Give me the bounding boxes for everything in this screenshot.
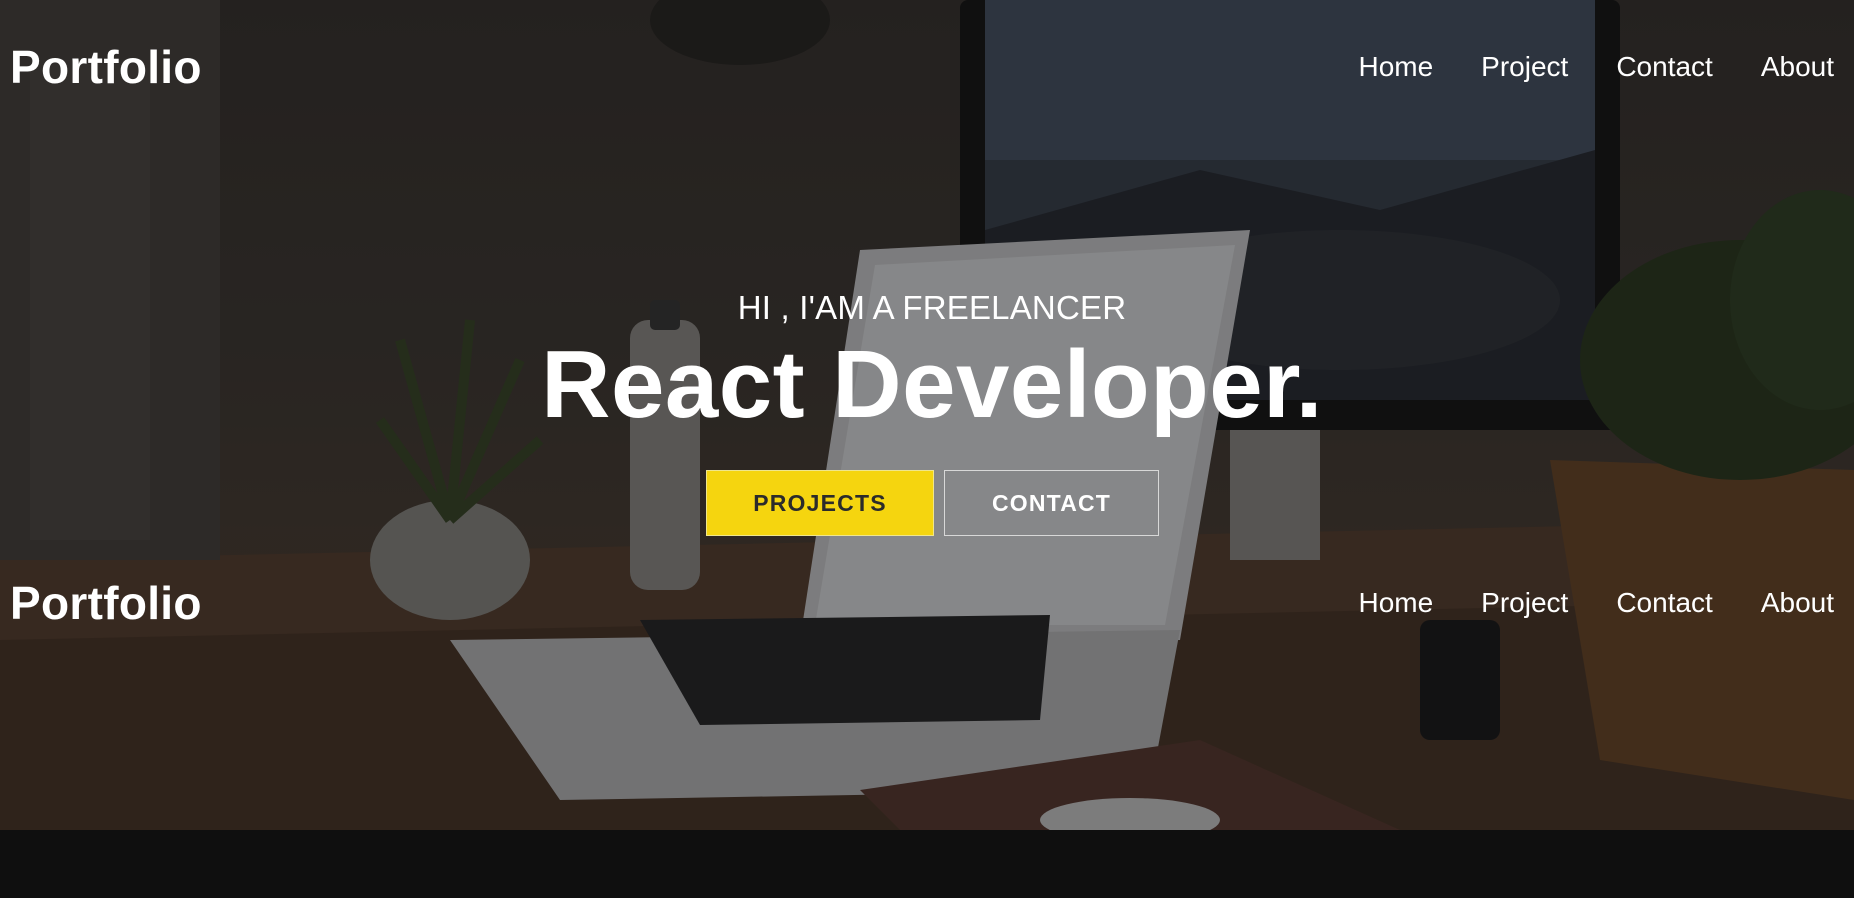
hero-buttons: PROJECTS CONTACT bbox=[706, 470, 1159, 536]
page: Portfolio Home Project Contact About HI … bbox=[0, 0, 1854, 898]
nav-link-about[interactable]: About bbox=[1761, 51, 1834, 83]
second-logo[interactable]: Portfolio bbox=[10, 576, 202, 630]
hero-content: HI , I'AM A FREELANCER React Developer. bbox=[0, 286, 1854, 440]
second-nav-link-about[interactable]: About bbox=[1761, 587, 1834, 619]
second-navbar: Portfolio Home Project Contact About bbox=[0, 568, 1854, 638]
section-footer-strip bbox=[0, 830, 1854, 898]
main-nav: Home Project Contact About bbox=[1310, 51, 1834, 83]
second-nav-link-contact[interactable]: Contact bbox=[1616, 587, 1713, 619]
top-navbar: Portfolio Home Project Contact About bbox=[0, 32, 1854, 102]
logo[interactable]: Portfolio bbox=[10, 40, 202, 94]
projects-button[interactable]: PROJECTS bbox=[706, 470, 934, 536]
second-nav-link-project[interactable]: Project bbox=[1481, 587, 1568, 619]
contact-button[interactable]: CONTACT bbox=[944, 470, 1159, 536]
nav-link-project[interactable]: Project bbox=[1481, 51, 1568, 83]
hero-subtitle: HI , I'AM A FREELANCER bbox=[737, 289, 1127, 326]
nav-link-home[interactable]: Home bbox=[1358, 51, 1433, 83]
second-nav: Home Project Contact About bbox=[1310, 587, 1834, 619]
hero-headline: React Developer. bbox=[541, 331, 1323, 438]
nav-link-contact[interactable]: Contact bbox=[1616, 51, 1713, 83]
second-nav-link-home[interactable]: Home bbox=[1358, 587, 1433, 619]
